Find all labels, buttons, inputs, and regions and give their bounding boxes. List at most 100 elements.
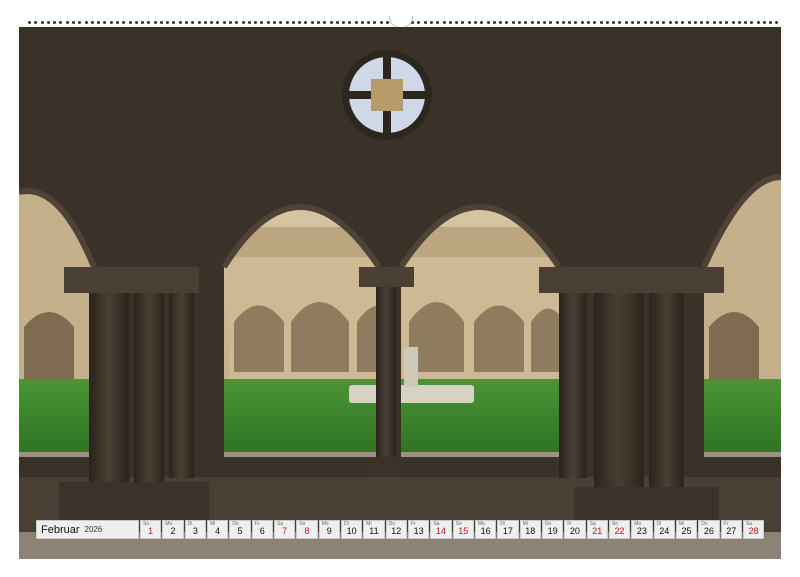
binding-hole [367,20,371,24]
day-cell: So 15 [452,520,474,539]
binding-hole [693,20,697,24]
binding-hole [555,20,559,24]
day-number: 27 [726,526,737,536]
binding-hole [430,20,433,24]
binding-hole [203,20,207,24]
binding-hole [718,20,722,24]
binding-hole [115,20,119,24]
binding-hole [605,20,609,24]
binding-hole [185,20,189,24]
binding-hole [543,20,547,24]
binding-hole [725,20,729,24]
binding-hole [649,20,653,24]
day-number: 2 [170,526,176,536]
binding-hole [210,20,214,24]
day-cell: Sa 28 [742,520,765,539]
binding-hole [28,20,31,24]
day-cell: So 22 [608,520,631,539]
binding-hole [549,20,553,24]
day-number: 8 [304,526,310,536]
binding-hole [266,20,270,24]
day-cell: So 8 [296,520,318,539]
day-number: 11 [369,526,379,536]
binding-hole [191,20,195,24]
binding-hole [499,20,503,24]
binding-hole [769,20,773,24]
binding-hole [448,20,452,24]
binding-hole [631,20,634,24]
binding-hole [731,20,735,24]
day-number: 20 [569,526,580,536]
day-cell: Sa 7 [273,520,296,539]
day-cell: Sa 21 [586,520,608,539]
day-cell: Do 19 [541,520,564,539]
binding-hole [473,20,477,24]
binding-hole [524,20,528,24]
binding-hole [360,20,364,24]
binding-hole [84,20,88,24]
binding-hole [618,20,622,24]
binding-hole [147,20,151,24]
binding-hole [291,20,295,24]
day-number: 26 [703,526,714,536]
binding-hole [166,20,170,24]
day-cell: Fr 20 [564,520,586,539]
binding-hole [304,20,308,24]
day-cell: Di 10 [340,520,363,539]
day-cell: Do 26 [698,520,720,539]
day-number: 23 [636,526,647,536]
day-number: 24 [659,526,670,536]
day-cells: So 1 Mo 2 Di 3 Mi 4 Do 5 Fr 6 Sa 7 So 8 Mo 9 Di 10 Mi 11 Do 12 F… [140,520,765,541]
day-cell: Mo 23 [631,520,653,539]
binding-hole [197,20,201,24]
binding-hole [97,20,101,24]
day-number: 1 [148,526,154,536]
binding-hole [612,20,616,24]
day-cell: Sa 14 [430,520,452,539]
binding-hole [316,20,320,24]
day-cell: Do 5 [229,520,251,539]
binding-hole [247,20,251,24]
binding-hole [536,20,540,24]
binding-hole [442,20,446,24]
binding-hole [756,20,760,24]
binding-hole [254,20,258,24]
binding-hole [241,20,245,24]
binding-hole [342,20,346,24]
binding-hole [34,20,38,24]
day-number: 6 [259,526,265,536]
day-number: 7 [282,526,288,536]
binding-hole [178,20,182,24]
month-label: Februar 2026 [36,520,139,539]
binding-hole [229,20,232,24]
binding-hole [310,20,314,24]
binding-hole [674,20,678,24]
binding-hole [662,20,666,24]
binding-hole [580,20,584,24]
day-cell: Fr 6 [251,520,273,539]
calendar-strip: Februar 2026 So 1 Mo 2 Di 3 Mi 4 Do 5 Fr 6 Sa 7 So 8 Mo 9… [36,520,765,541]
binding-hole [90,20,94,24]
binding-hole [461,20,465,24]
day-cell: Mo 9 [318,520,340,539]
binding-hole [737,20,741,24]
day-number: 22 [614,526,625,536]
binding-hole [329,20,333,24]
day-number: 5 [237,526,243,536]
day-number: 18 [525,526,536,536]
binding-hole [656,20,660,24]
binding-hole [517,20,521,24]
day-number: 10 [346,526,357,536]
binding-hole [272,20,276,24]
binding-hole [643,20,647,24]
binding-hole [530,20,534,24]
binding-hole [109,20,113,24]
binding-hole [348,20,352,24]
day-cell: Fr 13 [407,520,430,539]
binding-hole [436,20,440,24]
binding-hole [505,20,509,24]
binding-hole [706,20,710,24]
binding-hole [687,20,691,24]
binding-hole [323,20,327,24]
day-number: 21 [592,526,603,536]
